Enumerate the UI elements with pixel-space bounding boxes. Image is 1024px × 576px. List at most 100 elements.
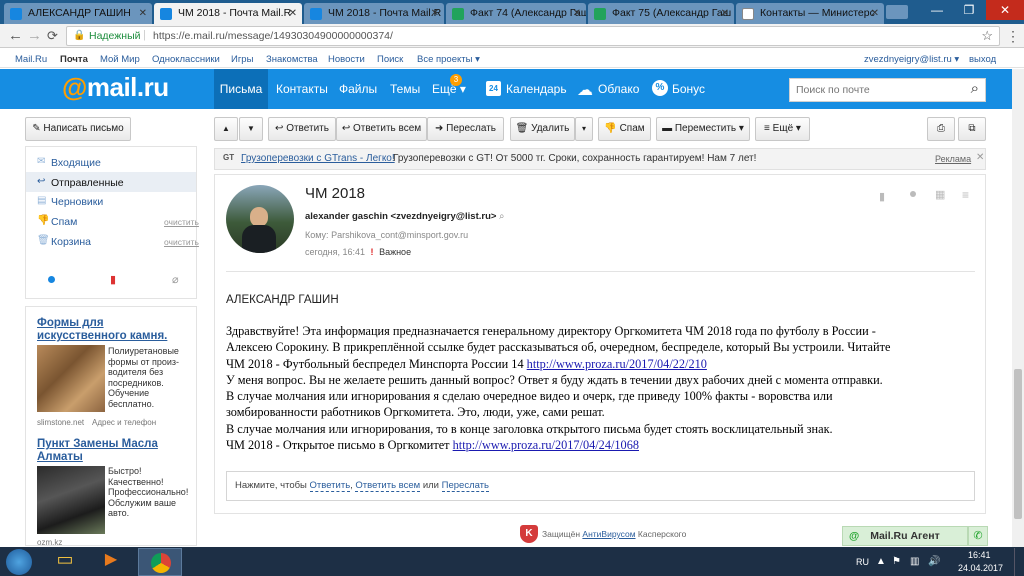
move-button[interactable]: ▬ Переместить ▾: [656, 117, 750, 141]
portal-link-mail[interactable]: Почта: [60, 54, 88, 65]
phone-icon[interactable]: ✆: [968, 526, 988, 546]
browser-tab-active[interactable]: ЧМ 2018 - Почта Mail.R ✕: [154, 3, 302, 24]
print-icon[interactable]: ⎙: [927, 117, 955, 141]
browser-menu-icon[interactable]: ⋮: [1006, 27, 1020, 45]
flag-icon[interactable]: ⚑: [892, 556, 901, 567]
start-button[interactable]: [6, 549, 32, 575]
browser-tab[interactable]: Контакты — Министерс ✕: [736, 3, 884, 24]
volume-icon[interactable]: 🔊: [928, 556, 940, 567]
ad1-title[interactable]: Формы для искусственного камня.: [37, 317, 194, 343]
close-tab-icon[interactable]: ✕: [871, 3, 879, 24]
back-icon[interactable]: ←: [8, 27, 23, 45]
ad-label[interactable]: Реклама: [935, 154, 971, 164]
proza-link-1[interactable]: http://www.proza.ru/2017/04/22/210: [527, 357, 707, 371]
message-menu-icon[interactable]: ≡: [962, 188, 969, 202]
clock-time[interactable]: 16:41: [968, 550, 991, 560]
network-icon[interactable]: ▥: [910, 556, 919, 567]
ad1-source[interactable]: slimstone.net: [37, 418, 84, 427]
address-bar[interactable]: 🔒 Надежный | https://e.mail.ru/message/1…: [66, 26, 1000, 46]
antivirus-link[interactable]: АнтиВирусом: [582, 529, 635, 539]
maximize-icon[interactable]: ❐: [954, 0, 984, 20]
nav-bonus[interactable]: Бонус: [672, 69, 705, 109]
browser-tab[interactable]: АЛЕКСАНДР ГАШИН ✕: [4, 3, 152, 24]
media-player-icon[interactable]: ▶: [92, 549, 130, 575]
portal-link-search[interactable]: Поиск: [377, 54, 403, 65]
open-window-icon[interactable]: ⧉: [958, 117, 986, 141]
user-email-menu[interactable]: zvezdnyeigry@list.ru ▾: [864, 54, 959, 65]
ad2-image[interactable]: [37, 466, 105, 534]
portal-link-mailru[interactable]: Mail.Ru: [15, 54, 47, 65]
forward-button[interactable]: ➜ Переслать: [427, 117, 504, 141]
more-actions-button[interactable]: ≡ Ещё ▾: [755, 117, 810, 141]
close-tab-icon[interactable]: ✕: [289, 3, 297, 24]
nav-themes[interactable]: Темы: [390, 69, 420, 109]
close-ad-icon[interactable]: ✕: [976, 152, 984, 163]
bookmark-icon[interactable]: ▮: [879, 190, 885, 203]
delete-dropdown-button[interactable]: ▾: [575, 117, 593, 141]
ad2-title[interactable]: Пункт Замены Масла Алматы: [37, 438, 194, 464]
nav-calendar[interactable]: Календарь: [506, 69, 567, 109]
language-indicator[interactable]: RU: [856, 557, 869, 567]
spam-button[interactable]: 👎 Спам: [598, 117, 651, 141]
ad1-extra[interactable]: Адрес и телефон: [92, 418, 156, 427]
search-input[interactable]: [796, 82, 946, 98]
quick-reply-box[interactable]: Нажмите, чтобы Ответить, Ответить всем и…: [226, 471, 975, 501]
portal-link-ok[interactable]: Одноклассники: [152, 54, 220, 65]
nav-letters[interactable]: Письма: [214, 69, 268, 109]
flagged-filter-icon[interactable]: ▮: [110, 273, 116, 286]
close-window-icon[interactable]: ✕: [986, 0, 1024, 20]
chrome-taskbar-button[interactable]: [138, 548, 182, 576]
compose-button[interactable]: ✎ Написать письмо: [25, 117, 131, 141]
minimize-icon[interactable]: —: [922, 0, 952, 20]
folder-sent[interactable]: Отправленные: [51, 177, 124, 189]
clean-spam-link[interactable]: очистить: [164, 217, 199, 227]
quick-forward-link[interactable]: Переслать: [441, 480, 489, 492]
explorer-icon[interactable]: ▭: [46, 549, 84, 575]
close-tab-icon[interactable]: ✕: [139, 3, 147, 24]
close-tab-icon[interactable]: ✕: [573, 3, 581, 24]
reply-all-button[interactable]: ↩ Ответить всем: [336, 117, 427, 141]
browser-tab[interactable]: Факт 74 (Александр Гаш ✕: [446, 3, 586, 24]
calendar-add-icon[interactable]: ▦: [935, 188, 945, 201]
reply-button[interactable]: ↩ Ответить: [268, 117, 336, 141]
clean-trash-link[interactable]: очистить: [164, 237, 199, 247]
quick-reply-link[interactable]: Ответить: [309, 480, 351, 492]
portal-link-news[interactable]: Новости: [328, 54, 365, 65]
proza-link-2[interactable]: http://www.proza.ru/2017/04/24/1068: [453, 438, 639, 452]
next-message-button[interactable]: ▼: [239, 117, 263, 141]
ad2-source[interactable]: ozm.kz: [37, 538, 62, 547]
tray-arrow-icon[interactable]: ▲: [876, 556, 886, 567]
forward-icon[interactable]: →: [27, 27, 42, 45]
ad-banner-link[interactable]: Грузоперевозки с GTrans - Легко!: [241, 153, 395, 164]
nav-more[interactable]: Ещё ▾: [432, 69, 466, 109]
logout-link[interactable]: выход: [969, 54, 996, 65]
attachment-filter-icon[interactable]: ⌀: [172, 273, 179, 286]
page-scrollbar[interactable]: [1012, 69, 1024, 547]
mailru-agent-button[interactable]: @ Mail.Ru Агент: [842, 526, 968, 546]
quick-reply-all-link[interactable]: Ответить всем: [355, 480, 421, 492]
new-tab-button[interactable]: [886, 5, 908, 19]
portal-link-games[interactable]: Игры: [231, 54, 253, 65]
nav-files[interactable]: Файлы: [339, 69, 377, 109]
url-text[interactable]: https://e.mail.ru/message/14930304900000…: [153, 30, 393, 42]
sender-search-icon[interactable]: ⌕: [499, 211, 504, 222]
message-from[interactable]: alexander gaschin <zvezdnyeigry@list.ru>…: [305, 211, 504, 222]
nav-contacts[interactable]: Контакты: [276, 69, 328, 109]
browser-tab[interactable]: ЧМ 2018 - Почта Mail.R ✕: [304, 3, 444, 24]
ad1-image[interactable]: [37, 345, 105, 412]
prev-message-button[interactable]: ▲: [214, 117, 238, 141]
portal-link-all-projects[interactable]: Все проекты ▾: [417, 54, 480, 65]
folder-spam[interactable]: Спам: [51, 216, 77, 228]
mailru-logo[interactable]: @mail.ru: [62, 72, 169, 103]
browser-tab[interactable]: Факт 75 (Александр Гаш ✕: [588, 3, 734, 24]
avatar[interactable]: [226, 185, 294, 253]
close-tab-icon[interactable]: ✕: [721, 3, 729, 24]
recipient[interactable]: Parshikova_cont@minsport.gov.ru: [331, 230, 468, 240]
show-desktop-button[interactable]: [1014, 548, 1024, 576]
unread-filter-icon[interactable]: [48, 276, 55, 283]
portal-link-mymir[interactable]: Мой Мир: [100, 54, 140, 65]
search-icon[interactable]: ⌕: [971, 80, 979, 97]
mark-unread-icon[interactable]: [910, 191, 916, 197]
portal-link-dating[interactable]: Знакомства: [266, 54, 318, 65]
close-tab-icon[interactable]: ✕: [431, 3, 439, 24]
